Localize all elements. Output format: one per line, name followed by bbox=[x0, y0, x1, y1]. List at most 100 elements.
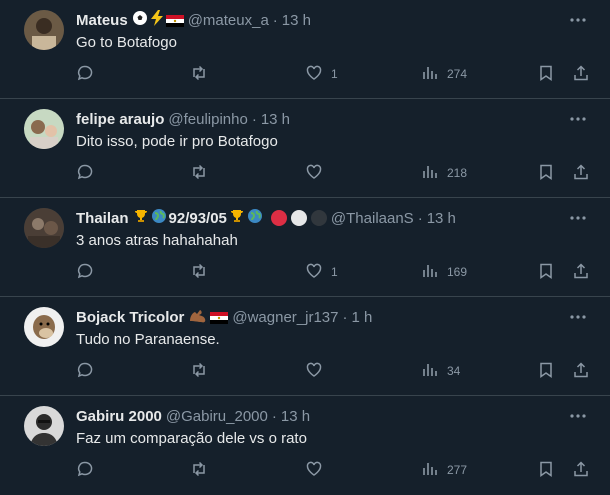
retweet-button[interactable] bbox=[190, 161, 208, 185]
display-name[interactable]: Gabiru 2000 bbox=[76, 408, 162, 425]
more-options-icon[interactable] bbox=[566, 307, 590, 327]
tweet-text: Dito isso, pode ir pro Botafogo bbox=[76, 133, 278, 150]
separator-dot: · bbox=[417, 209, 423, 227]
share-icon bbox=[572, 163, 590, 184]
like-button[interactable] bbox=[305, 458, 331, 482]
display-name[interactable]: Mateus bbox=[76, 12, 128, 29]
bookmark-button[interactable] bbox=[537, 62, 555, 86]
retweet-button[interactable] bbox=[190, 458, 208, 482]
white-circle-icon bbox=[290, 210, 307, 226]
avatar[interactable] bbox=[24, 10, 64, 50]
handle[interactable]: @ThailaanS bbox=[331, 210, 414, 227]
display-name[interactable]: Thailan bbox=[76, 210, 129, 227]
egypt-flag-icon bbox=[165, 14, 184, 27]
more-options-icon[interactable] bbox=[566, 208, 590, 228]
retweet-icon bbox=[190, 163, 208, 184]
tweet[interactable]: Bojack Tricolor @wagner_jr137 · 1 h Tudo… bbox=[0, 297, 610, 396]
views-button[interactable]: 218 bbox=[421, 161, 467, 185]
black-circle-icon bbox=[310, 210, 327, 226]
share-button[interactable] bbox=[572, 161, 590, 185]
globe-icon bbox=[151, 208, 167, 228]
timestamp[interactable]: 13 h bbox=[282, 12, 311, 29]
name-badges bbox=[132, 10, 184, 30]
reply-button[interactable] bbox=[76, 458, 94, 482]
reply-button[interactable] bbox=[76, 260, 94, 284]
trophy-icon bbox=[229, 208, 245, 228]
tweet[interactable]: Mateus @mateux_a · 13 h Go to Botafogo 1… bbox=[0, 0, 610, 99]
like-button[interactable] bbox=[305, 161, 331, 185]
view-count: 34 bbox=[447, 364, 461, 378]
handle[interactable]: @feulipinho bbox=[168, 111, 247, 128]
bookmark-icon bbox=[537, 361, 555, 382]
bookmark-icon bbox=[537, 262, 555, 283]
bookmark-button[interactable] bbox=[537, 359, 555, 383]
share-button[interactable] bbox=[572, 260, 590, 284]
bookmark-button[interactable] bbox=[537, 260, 555, 284]
retweet-icon bbox=[190, 262, 208, 283]
reply-button[interactable] bbox=[76, 161, 94, 185]
like-button[interactable]: 1 bbox=[305, 260, 338, 284]
views-button[interactable]: 169 bbox=[421, 260, 467, 284]
views-button[interactable]: 277 bbox=[421, 458, 467, 482]
timestamp[interactable]: 13 h bbox=[427, 210, 456, 227]
view-count: 169 bbox=[447, 265, 468, 279]
avatar[interactable] bbox=[24, 109, 64, 149]
handle[interactable]: @Gabiru_2000 bbox=[166, 408, 268, 425]
share-button[interactable] bbox=[572, 458, 590, 482]
reply-icon bbox=[76, 460, 94, 481]
bookmark-button[interactable] bbox=[537, 161, 555, 185]
tweet[interactable]: felipe araujo @feulipinho · 13 h Dito is… bbox=[0, 99, 610, 198]
display-name[interactable]: felipe araujo bbox=[76, 111, 164, 128]
tweet-actions: 34 bbox=[76, 359, 596, 383]
reply-button[interactable] bbox=[76, 62, 94, 86]
tweet-header: Thailan 92/93/05 @ThailaanS · 13 h bbox=[76, 208, 550, 228]
red-circle-icon bbox=[270, 210, 287, 226]
avatar[interactable] bbox=[24, 307, 64, 347]
views-chart-icon bbox=[421, 262, 439, 283]
timeline: Mateus @mateux_a · 13 h Go to Botafogo 1… bbox=[0, 0, 610, 495]
retweet-button[interactable] bbox=[190, 62, 208, 86]
tweet-header: felipe araujo @feulipinho · 13 h bbox=[76, 109, 550, 129]
separator-dot: · bbox=[271, 407, 277, 425]
timestamp[interactable]: 1 h bbox=[352, 309, 373, 326]
timestamp[interactable]: 13 h bbox=[261, 111, 290, 128]
tweet-header: Gabiru 2000 @Gabiru_2000 · 13 h bbox=[76, 406, 550, 426]
tweet-actions: 1 274 bbox=[76, 62, 596, 86]
tweet[interactable]: Gabiru 2000 @Gabiru_2000 · 13 h Faz um c… bbox=[0, 396, 610, 495]
share-button[interactable] bbox=[572, 359, 590, 383]
globe-icon bbox=[247, 208, 263, 228]
handle[interactable]: @mateux_a bbox=[188, 12, 269, 29]
more-options-icon[interactable] bbox=[566, 109, 590, 129]
more-options-icon[interactable] bbox=[566, 10, 590, 30]
like-button[interactable]: 1 bbox=[305, 62, 338, 86]
avatar[interactable] bbox=[24, 208, 64, 248]
reply-button[interactable] bbox=[76, 359, 94, 383]
tweet-header: Bojack Tricolor @wagner_jr137 · 1 h bbox=[76, 307, 550, 327]
timestamp[interactable]: 13 h bbox=[281, 408, 310, 425]
like-button[interactable] bbox=[305, 359, 331, 383]
retweet-button[interactable] bbox=[190, 359, 208, 383]
handle[interactable]: @wagner_jr137 bbox=[232, 309, 338, 326]
avatar[interactable] bbox=[24, 406, 64, 446]
name-badges: 92/93/05 bbox=[133, 208, 327, 228]
heart-icon bbox=[305, 361, 323, 382]
bookmark-button[interactable] bbox=[537, 458, 555, 482]
reply-icon bbox=[76, 163, 94, 184]
tweet-actions: 1 169 bbox=[76, 260, 596, 284]
tweet[interactable]: Thailan 92/93/05 @ThailaanS · 13 h 3 ano… bbox=[0, 198, 610, 297]
retweet-icon bbox=[190, 64, 208, 85]
more-options-icon[interactable] bbox=[566, 406, 590, 426]
share-button[interactable] bbox=[572, 62, 590, 86]
view-count: 277 bbox=[447, 463, 468, 477]
name-badges bbox=[188, 307, 229, 327]
views-button[interactable]: 274 bbox=[421, 62, 467, 86]
views-button[interactable]: 34 bbox=[421, 359, 460, 383]
display-name[interactable]: Bojack Tricolor bbox=[76, 309, 184, 326]
tweet-actions: 218 bbox=[76, 161, 596, 185]
bookmark-icon bbox=[537, 163, 555, 184]
separator-dot: · bbox=[251, 110, 257, 128]
separator-dot: · bbox=[272, 11, 278, 29]
retweet-button[interactable] bbox=[190, 260, 208, 284]
views-chart-icon bbox=[421, 64, 439, 85]
heart-icon bbox=[305, 163, 323, 184]
